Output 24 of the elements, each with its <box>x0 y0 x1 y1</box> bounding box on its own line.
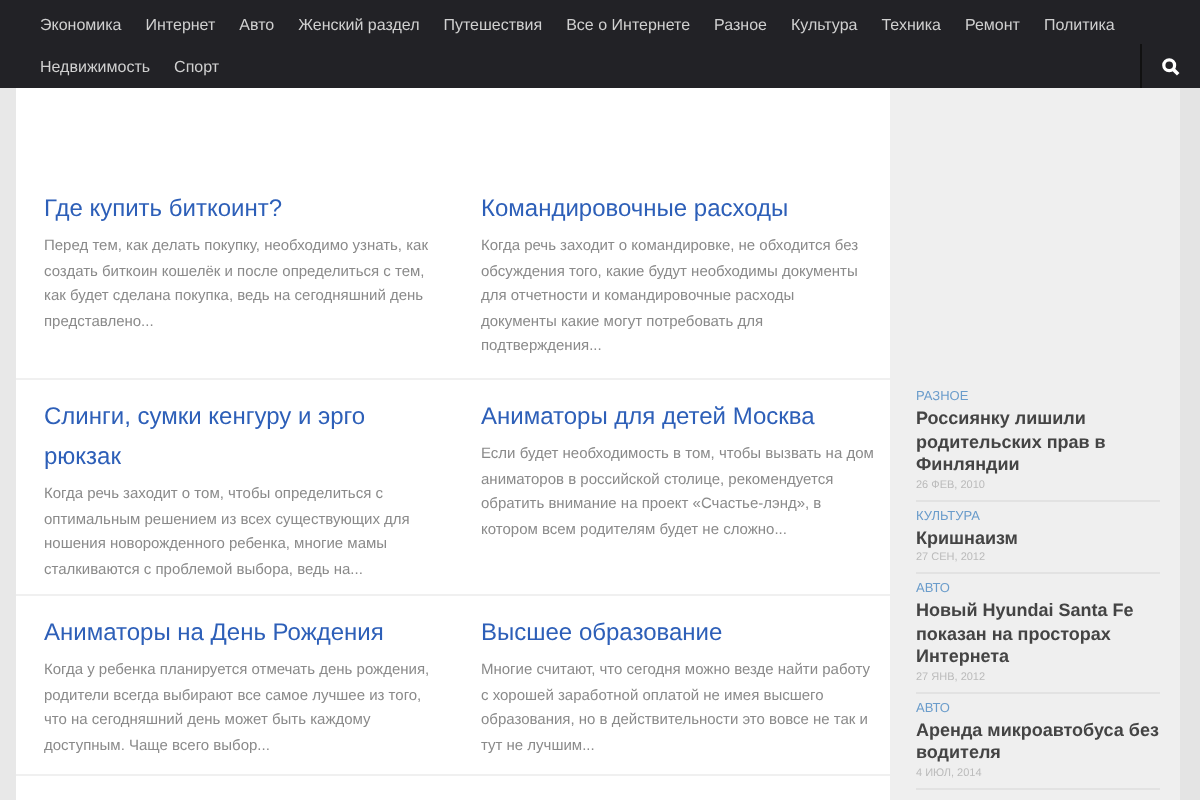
article-title-link[interactable]: Слинги, сумки кенгуру и эрго рюкзак <box>44 396 437 476</box>
post-title-link[interactable]: Кришнаизм <box>916 527 1160 550</box>
nav-link[interactable]: Интернет <box>133 4 228 46</box>
nav-link[interactable]: Экономика <box>28 4 134 46</box>
article-title-link[interactable]: Аниматоры на День Рождения <box>44 612 437 652</box>
post-title-link[interactable]: Россиянку лишили родительских прав в Финляндии <box>916 408 1160 477</box>
article-title-link[interactable]: Высшее образование <box>481 612 874 652</box>
nav-link[interactable]: Спорт <box>162 46 232 88</box>
nav-link[interactable]: Женский раздел <box>286 4 432 46</box>
nav-link[interactable]: Техника <box>869 4 953 46</box>
nav-link[interactable]: Разное <box>702 4 779 46</box>
nav-link[interactable]: Все о Интернете <box>554 4 703 46</box>
nav-link[interactable]: Культура <box>778 4 870 46</box>
post-title-link[interactable]: Аренда микроавтобуса без водителя <box>916 719 1160 765</box>
nav-link[interactable]: Недвижимость <box>28 46 163 88</box>
nav-link[interactable]: Путешествия <box>431 4 555 46</box>
post-title-link[interactable]: Новый Hyundai Santa Fe показан на просторах Интернета <box>916 600 1160 669</box>
nav-link[interactable]: Ремонт <box>952 4 1032 46</box>
article-title-link[interactable]: Аниматоры для детей Москва <box>481 396 874 436</box>
search-icon[interactable] <box>1162 57 1180 75</box>
nav-link[interactable]: Политика <box>1031 4 1127 46</box>
article-title-link[interactable]: Командировочные расходы <box>481 188 874 228</box>
article-title-link[interactable]: Где купить биткоинт? <box>44 188 437 228</box>
nav-link[interactable]: Авто <box>227 4 287 46</box>
